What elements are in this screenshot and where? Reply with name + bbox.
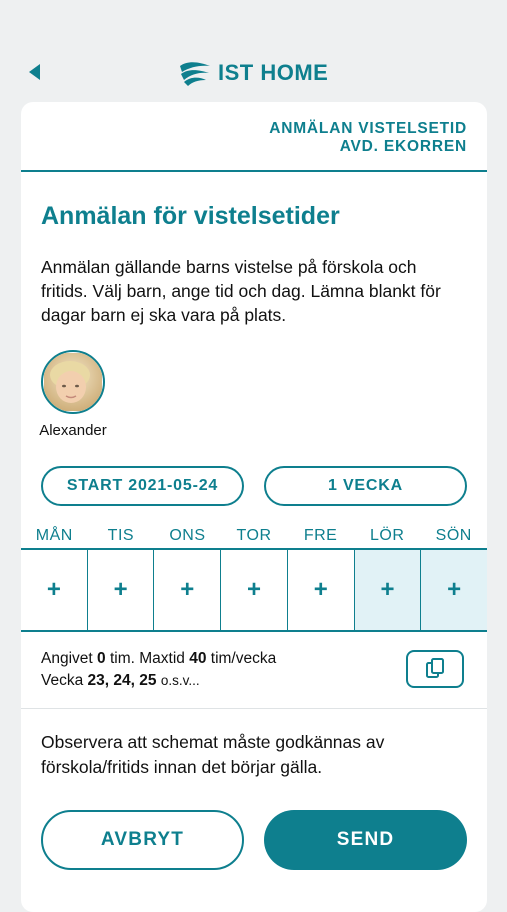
- week-prefix: Vecka: [41, 672, 84, 689]
- copy-icon: [426, 658, 444, 678]
- card-header: ANMÄLAN VISTELSETID AVD. EKORREN: [21, 102, 487, 172]
- day-cell-sat[interactable]: +: [354, 550, 422, 630]
- weekday-label: SÖN: [435, 527, 472, 544]
- avatar: [41, 350, 105, 414]
- card-heading-line1: ANMÄLAN VISTELSETID: [269, 120, 467, 137]
- send-button[interactable]: SEND: [264, 810, 467, 870]
- app-logo: IST HOME: [178, 58, 328, 88]
- hours-line: Angivet 0 tim. Maxtid 40 tim/vecka: [41, 648, 276, 670]
- time-summary: Angivet 0 tim. Maxtid 40 tim/vecka Vecka…: [41, 648, 276, 692]
- weekday-label: TIS: [107, 527, 135, 544]
- description-text: Anmälan gällande barns vistelse på försk…: [41, 257, 441, 325]
- start-date-button[interactable]: START 2021-05-24: [41, 466, 244, 506]
- day-cell-mon[interactable]: +: [21, 550, 88, 630]
- ist-logo-icon: [180, 62, 210, 86]
- week-numbers: 23, 24, 25: [87, 672, 157, 689]
- page-title: Anmälan för vistelsetider: [41, 202, 340, 230]
- card-heading-line2: AVD. EKORREN: [339, 138, 467, 155]
- child-photo-icon: [44, 353, 102, 411]
- entered-value: 0: [97, 650, 106, 667]
- back-button[interactable]: [22, 60, 46, 84]
- day-cell-wed[interactable]: +: [154, 550, 222, 630]
- weekday-label: TOR: [236, 527, 272, 544]
- day-cell-tue[interactable]: +: [88, 550, 155, 630]
- top-bar: IST HOME: [0, 0, 507, 100]
- weekday-label: ONS: [169, 527, 206, 544]
- child-selector[interactable]: Alexander: [33, 350, 113, 439]
- day-cell-sun[interactable]: +: [421, 550, 487, 630]
- weeks-suffix: o.s.v...: [160, 673, 200, 688]
- copy-schedule-button[interactable]: [406, 650, 464, 688]
- divider: [21, 708, 487, 709]
- cancel-button[interactable]: AVBRYT: [41, 810, 244, 870]
- entered-unit: tim. Maxtid: [109, 650, 185, 667]
- weekday-label: LÖR: [369, 527, 405, 544]
- weekday-label: FRE: [303, 527, 338, 544]
- entered-prefix: Angivet: [41, 650, 93, 667]
- day-cell-thu[interactable]: +: [221, 550, 288, 630]
- day-cell-fri[interactable]: +: [288, 550, 355, 630]
- logo-text: IST HOME: [218, 60, 329, 85]
- week-count-button[interactable]: 1 VECKA: [264, 466, 467, 506]
- max-value: 40: [189, 650, 207, 667]
- approval-notice: Observera att schemat måste godkännas av…: [41, 732, 385, 777]
- day-grid: + + + + + + +: [21, 548, 487, 632]
- back-arrow-icon: [29, 64, 40, 80]
- registration-card: ANMÄLAN VISTELSETID AVD. EKORREN Anmälan…: [21, 102, 487, 912]
- child-name: Alexander: [39, 422, 107, 439]
- weekday-header: MÅN TIS ONS TOR FRE LÖR SÖN: [21, 527, 487, 549]
- weeks-line: Vecka 23, 24, 25 o.s.v...: [41, 670, 276, 692]
- max-unit: tim/vecka: [210, 650, 277, 667]
- weekday-label: MÅN: [35, 527, 73, 544]
